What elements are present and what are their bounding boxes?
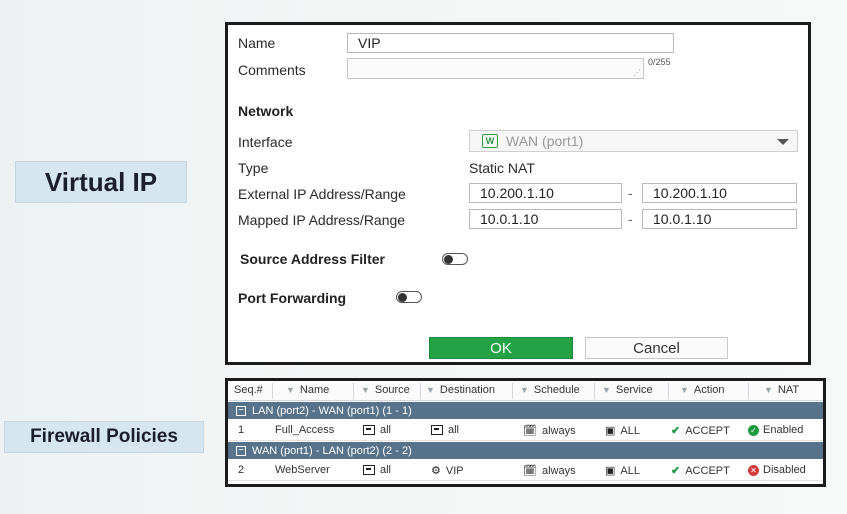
seq-cell: 1 [238, 424, 245, 436]
ok-button[interactable]: OK [429, 337, 573, 359]
service-cell: ▣ ALL [605, 424, 640, 438]
policy-group-header[interactable]: − LAN (port2) - WAN (port1) (1 - 1) [228, 402, 823, 419]
filter-icon[interactable]: ▼ [286, 385, 295, 395]
policy-group-header[interactable]: − WAN (port1) - LAN (port2) (2 - 2) [228, 442, 823, 459]
name-label: Name [238, 35, 276, 51]
mapped-ip-end-input[interactable]: 10.0.1.10 [642, 209, 797, 229]
mapped-range-separator: - [628, 211, 633, 227]
firewall-policy-table: Seq.# ▼ Name ▼ Source ▼ Destination ▼ Schedu… [225, 378, 826, 487]
disabled-icon: ✕ [748, 464, 759, 476]
service-icon: ▣ [605, 425, 616, 437]
column-header-name[interactable]: ▼ Name [286, 384, 329, 396]
name-input[interactable]: VIP [347, 33, 674, 53]
source-address-filter-toggle[interactable] [442, 253, 468, 265]
external-ip-label: External IP Address/Range [238, 186, 406, 202]
external-range-separator: - [628, 185, 633, 201]
nat-cell: ✕ Disabled [748, 464, 806, 476]
comments-counter: 0/255 [648, 57, 671, 67]
port-forwarding-label: Port Forwarding [238, 290, 347, 306]
source-cell: all [363, 464, 391, 476]
collapse-icon[interactable]: − [236, 405, 246, 416]
column-divider [512, 383, 513, 399]
schedule-cell: 🗓 always [523, 464, 576, 478]
name-cell: WebServer [275, 464, 330, 476]
column-header-schedule[interactable]: ▼ Schedule [520, 384, 580, 396]
column-divider [668, 383, 669, 399]
destination-cell: ⚙ VIP [431, 464, 464, 478]
virtual-ip-dialog: Name VIP Comments ⋰ 0/255 Network Interf… [225, 22, 811, 365]
network-section-title: Network [238, 103, 294, 119]
mapped-ip-label: Mapped IP Address/Range [238, 212, 406, 228]
filter-icon[interactable]: ▼ [680, 385, 689, 395]
firewall-policies-label: Firewall Policies [4, 421, 204, 453]
collapse-icon[interactable]: − [236, 445, 246, 456]
cancel-button[interactable]: Cancel [585, 337, 728, 359]
service-icon: ▣ [605, 465, 616, 477]
name-cell: Full_Access [275, 424, 335, 436]
column-divider [353, 383, 354, 399]
external-ip-end-input[interactable]: 10.200.1.10 [642, 183, 797, 203]
schedule-icon: 🗓 [523, 425, 537, 437]
filter-icon[interactable]: ▼ [520, 385, 529, 395]
check-icon: ✔ [671, 425, 681, 437]
source-address-filter-label: Source Address Filter [240, 251, 385, 267]
enabled-icon: ✓ [748, 424, 759, 436]
column-header-destination[interactable]: ▼ Destination [426, 384, 495, 396]
schedule-icon: 🗓 [523, 465, 537, 477]
nat-cell: ✓ Enabled [748, 424, 803, 436]
filter-icon[interactable]: ▼ [602, 385, 611, 395]
action-cell: ✔ ACCEPT [671, 424, 730, 438]
check-icon: ✔ [671, 465, 681, 477]
table-row[interactable]: 1 Full_Access all all 🗓 always ▣ ALL ✔ ACCE… [228, 419, 823, 441]
port-forwarding-toggle[interactable] [396, 291, 422, 303]
external-ip-start-input[interactable]: 10.200.1.10 [469, 183, 622, 203]
address-icon [431, 425, 443, 435]
column-divider [420, 383, 421, 399]
destination-cell: all [431, 424, 459, 436]
seq-cell: 2 [238, 464, 245, 476]
action-cell: ✔ ACCEPT [671, 464, 730, 478]
column-header-action[interactable]: ▼ Action [680, 384, 725, 396]
column-header-seq[interactable]: Seq.# [234, 384, 263, 396]
filter-icon[interactable]: ▼ [361, 385, 370, 395]
chevron-down-icon [777, 139, 789, 145]
column-header-source[interactable]: ▼ Source [361, 384, 410, 396]
interface-value: WAN (port1) [506, 133, 584, 149]
wan-port-icon: W [482, 134, 498, 148]
virtual-ip-label: Virtual IP [15, 161, 187, 203]
comments-label: Comments [238, 62, 306, 78]
column-header-nat[interactable]: ▼ NAT [764, 384, 799, 396]
column-divider [272, 383, 273, 399]
table-header: Seq.# ▼ Name ▼ Source ▼ Destination ▼ Schedu… [228, 381, 823, 401]
address-icon [363, 465, 375, 475]
schedule-cell: 🗓 always [523, 424, 576, 438]
interface-select[interactable]: W WAN (port1) [469, 130, 798, 152]
column-divider [748, 383, 749, 399]
filter-icon[interactable]: ▼ [426, 385, 435, 395]
service-cell: ▣ ALL [605, 464, 640, 478]
type-value: Static NAT [469, 160, 535, 176]
mapped-ip-start-input[interactable]: 10.0.1.10 [469, 209, 622, 229]
column-header-service[interactable]: ▼ Service [602, 384, 653, 396]
table-row[interactable]: 2 WebServer all ⚙ VIP 🗓 always ▣ ALL ✔ ACCEP… [228, 459, 823, 481]
vip-icon: ⚙ [431, 465, 441, 477]
comments-textarea[interactable]: ⋰ [347, 58, 644, 79]
resize-grip-icon[interactable]: ⋰ [633, 69, 641, 77]
column-divider [594, 383, 595, 399]
type-label: Type [238, 160, 269, 176]
filter-icon[interactable]: ▼ [764, 385, 773, 395]
interface-label: Interface [238, 134, 293, 150]
source-cell: all [363, 424, 391, 436]
address-icon [363, 425, 375, 435]
